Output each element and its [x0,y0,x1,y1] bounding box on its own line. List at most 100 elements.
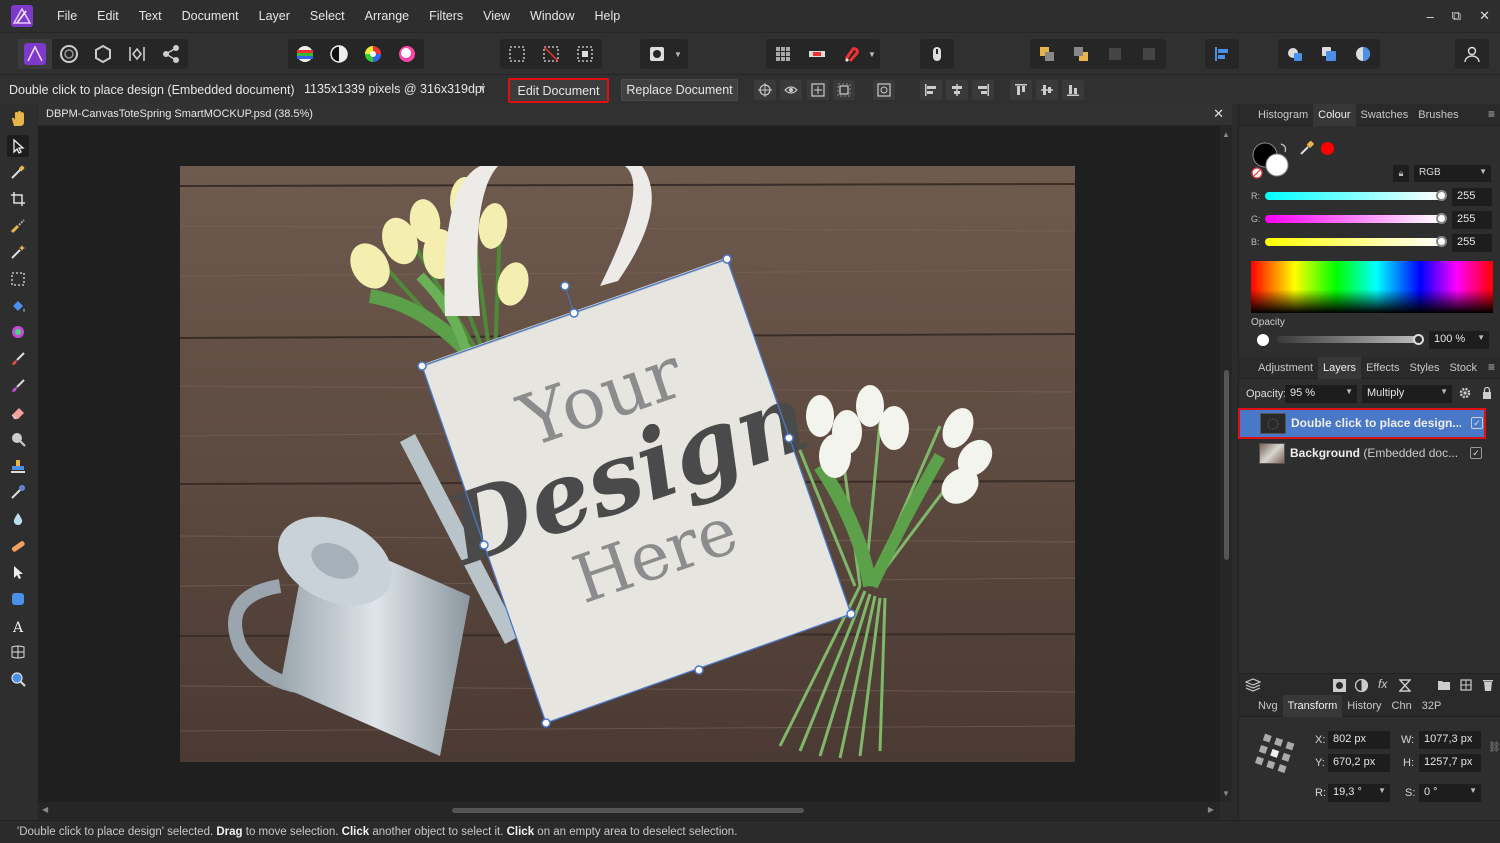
rotation-field[interactable]: 19,3 ° ▼ [1328,784,1390,802]
tone-mapping-persona-button[interactable] [120,39,154,69]
link-icon[interactable]: ⛓︎ [1488,742,1500,753]
resize-handle[interactable] [569,308,579,318]
tab-32p[interactable]: 32P [1417,695,1447,717]
colour-opacity-knob[interactable] [1413,334,1424,345]
move-tool[interactable] [7,135,29,157]
picked-colour-swatch[interactable] [1321,142,1334,155]
erase-tool[interactable] [7,401,29,423]
colour-opacity-field[interactable]: 100 % ▼ [1429,331,1489,349]
vertical-scrollbar[interactable]: ▲ ▼ [1220,126,1232,802]
tab-history[interactable]: History [1342,695,1386,717]
develop-persona-button[interactable] [86,39,120,69]
tab-colour[interactable]: Colour [1313,103,1356,126]
layer-stack-icon[interactable] [1245,678,1261,692]
green-slider-knob[interactable] [1436,213,1447,224]
add-button[interactable] [1278,39,1312,69]
scroll-down-icon[interactable]: ▼ [1222,789,1230,798]
tab-styles[interactable]: Styles [1405,357,1445,379]
move-to-back-button[interactable] [1030,39,1064,69]
move-forward-one-button[interactable] [1098,39,1132,69]
resize-handle[interactable] [541,718,551,728]
align-bottom-button[interactable] [1062,80,1084,100]
layer-row[interactable]: Background (Embedded doc... ✓ [1239,440,1487,467]
scroll-left-icon[interactable]: ◀ [42,805,48,814]
select-all-button[interactable] [500,39,534,69]
restore-button[interactable]: ⧉ [1452,8,1461,24]
green-slider[interactable] [1265,215,1441,223]
menu-edit[interactable]: Edit [87,0,129,32]
shear-field[interactable]: 0 ° ▼ [1419,784,1481,802]
dodge-tool[interactable] [7,428,29,450]
color-replace-tool[interactable] [7,375,29,397]
rotate-reset-button[interactable] [873,80,895,100]
layer-visibility-checkbox[interactable]: ✓ [1471,417,1483,429]
align-right-button[interactable] [972,80,994,100]
resize-handle[interactable] [479,540,489,550]
mask-layer-icon[interactable] [1333,679,1346,692]
quick-mask-button[interactable] [640,39,674,69]
tab-swatches[interactable]: Swatches [1356,104,1414,126]
size-dropdown-caret-icon[interactable]: ▼ [478,83,487,93]
menu-file[interactable]: File [47,0,87,32]
crop-tool[interactable] [7,188,29,210]
lock-icon[interactable]: 🔒︎ [1393,165,1409,182]
rotate-handle[interactable] [560,281,570,291]
tab-navigator[interactable]: Nvg [1253,695,1283,717]
subtract-button[interactable] [1312,39,1346,69]
layer-opacity-field[interactable]: 95 % ▼ [1285,385,1357,403]
node-tool[interactable] [7,561,29,583]
invert-selection-button[interactable] [568,39,602,69]
add-pixel-layer-icon[interactable] [1460,679,1472,691]
red-slider-knob[interactable] [1436,190,1447,201]
paint-brush-tool[interactable] [7,348,29,370]
clone-tool[interactable] [7,455,29,477]
menu-text[interactable]: Text [129,0,172,32]
layer-row-selected[interactable]: Double click to place design... ✓ [1238,408,1486,439]
menu-select[interactable]: Select [300,0,355,32]
menu-arrange[interactable]: Arrange [355,0,419,32]
y-field[interactable]: 670,2 px [1328,754,1390,772]
red-slider[interactable] [1265,192,1441,200]
tab-adjustment[interactable]: Adjustment [1253,357,1318,379]
x-field[interactable]: 802 px [1328,731,1390,749]
tab-transform[interactable]: Transform [1282,694,1343,717]
visibility-button[interactable] [780,80,802,100]
hsl-button[interactable] [356,39,390,69]
white-balance-button[interactable] [322,39,356,69]
liquify-persona-button[interactable] [52,39,86,69]
document-tab-title[interactable]: DBPM-CanvasToteSpring SmartMOCKUP.psd (3… [46,108,313,120]
account-button[interactable] [1455,39,1489,69]
colour-mode-select[interactable]: RGB ▼ [1414,165,1491,182]
menu-view[interactable]: View [473,0,520,32]
move-back-one-button[interactable] [1064,39,1098,69]
panel-menu-icon[interactable]: ≡ [1488,360,1495,374]
blue-slider[interactable] [1265,238,1441,246]
align-middle-button[interactable] [1036,80,1058,100]
gear-icon[interactable] [1458,386,1472,400]
fill-tool[interactable] [7,295,29,317]
snapping-button[interactable] [834,39,868,69]
close-document-icon[interactable]: ✕ [1213,106,1224,122]
folder-icon[interactable] [1437,679,1451,691]
selection-brush-tool[interactable] [7,215,29,237]
red-eye-tool[interactable] [7,481,29,503]
scroll-up-icon[interactable]: ▲ [1222,130,1230,139]
scroll-right-icon[interactable]: ▶ [1208,805,1214,814]
marquee-tool[interactable] [7,268,29,290]
assistant-button[interactable] [920,39,954,69]
alignment-button[interactable] [1205,39,1239,69]
menu-layer[interactable]: Layer [249,0,300,32]
photo-persona-button[interactable] [18,39,52,69]
resize-handle[interactable] [694,665,704,675]
layer-visibility-checkbox[interactable]: ✓ [1470,447,1482,459]
crop-mode-button[interactable] [833,80,855,100]
menu-window[interactable]: Window [520,0,584,32]
blur-tool[interactable] [7,508,29,530]
horizontal-scrollbar[interactable]: ◀ ▶ [38,802,1220,819]
tab-histogram[interactable]: Histogram [1253,104,1313,126]
red-value-field[interactable]: 255 [1452,188,1492,206]
fill-stroke-swatch[interactable] [1251,140,1291,180]
fit-button[interactable] [807,80,829,100]
text-tool[interactable]: A [7,615,29,637]
gradient-tool[interactable] [7,321,29,343]
